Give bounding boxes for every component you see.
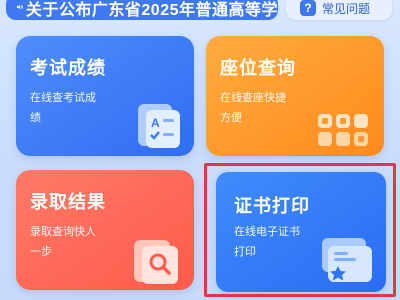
- seat-query-card[interactable]: 座位查询 在线查座快捷方便: [206, 36, 384, 156]
- magnifier-doc-icon: [134, 240, 178, 284]
- speaker-icon: [16, 4, 23, 10]
- card-title: 考试成绩: [30, 58, 106, 78]
- svg-text:A: A: [151, 116, 160, 130]
- notice-text: 关于公布广东省2025年普通高等学: [25, 2, 278, 19]
- notice-bar[interactable]: 关于公布广东省2025年普通高等学: [6, 0, 278, 20]
- score-sheet-icon: A: [138, 104, 180, 148]
- card-subtitle: 在线查考试成绩: [30, 92, 96, 124]
- admission-result-card[interactable]: 录取结果 录取查询快人一步: [16, 170, 194, 290]
- seat-grid-icon: [318, 114, 368, 146]
- exam-score-card[interactable]: 考试成绩 在线查考试成绩 A: [16, 36, 194, 156]
- card-title: 录取结果: [30, 192, 106, 212]
- card-subtitle: 在线查座快捷方便: [220, 92, 286, 124]
- faq-label: 常见问题: [322, 1, 371, 16]
- highlight-box: [204, 163, 396, 297]
- question-icon: ?: [300, 0, 316, 16]
- card-title: 座位查询: [220, 58, 296, 78]
- card-subtitle: 录取查询快人一步: [30, 226, 96, 258]
- faq-button[interactable]: ? 常见问题: [286, 0, 392, 20]
